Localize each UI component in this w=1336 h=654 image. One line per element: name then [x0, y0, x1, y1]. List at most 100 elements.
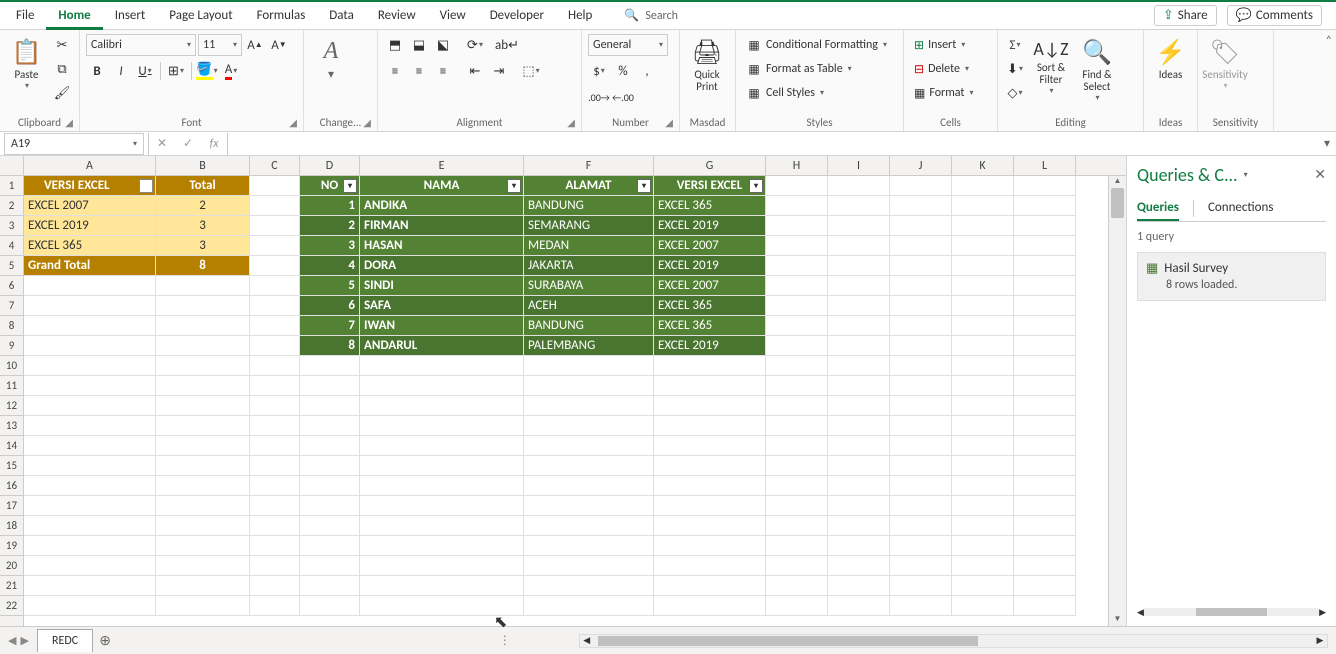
cell-styles-button[interactable]: ▦Cell Styles▾ [742, 82, 828, 104]
sheet-nav-next[interactable]: ▶ [20, 634, 28, 647]
name-box[interactable]: A19 ▾ [4, 133, 144, 155]
cell[interactable]: SURABAYA [524, 276, 654, 296]
number-launcher[interactable]: ◢ [665, 116, 673, 129]
row-header-6[interactable]: 6 [0, 276, 23, 296]
select-all-corner[interactable] [0, 156, 24, 175]
cell[interactable]: EXCEL 365 [654, 296, 766, 316]
align-bottom-button[interactable]: ⬕ [432, 34, 454, 56]
cell[interactable]: 2 [156, 196, 250, 216]
chevron-down-icon[interactable]: ▾ [1244, 170, 1248, 180]
cell[interactable]: EXCEL 365 [654, 196, 766, 216]
format-cells-button[interactable]: ▦Format▾ [910, 82, 977, 104]
column-header-C[interactable]: C [250, 156, 300, 175]
scroll-down-arrow[interactable]: ▼ [1109, 614, 1126, 626]
comma-button[interactable]: , [636, 60, 658, 82]
cancel-formula-button[interactable]: ✕ [149, 133, 175, 155]
find-select-button[interactable]: 🔍 Find & Select▾ [1076, 34, 1118, 107]
cell[interactable]: 8 [300, 336, 360, 356]
query-item[interactable]: ▦ Hasil Survey 8 rows loaded. [1137, 252, 1326, 301]
font-color-button[interactable]: A▾ [220, 60, 242, 82]
align-middle-button[interactable]: ⬓ [408, 34, 430, 56]
pane-hscroll[interactable]: ◀ ▶ [1137, 606, 1326, 618]
menu-tab-developer[interactable]: Developer [478, 2, 556, 30]
row-header-2[interactable]: 2 [0, 196, 23, 216]
change-launcher[interactable]: ◢ [363, 116, 371, 129]
sheet-tab[interactable]: REDC [37, 629, 93, 652]
row-header-4[interactable]: 4 [0, 236, 23, 256]
cut-button[interactable]: ✂ [51, 34, 73, 56]
scroll-thumb[interactable] [1111, 188, 1124, 218]
formula-input[interactable] [228, 133, 1318, 155]
share-button[interactable]: ⇪ Share [1154, 5, 1217, 26]
scroll-left-icon[interactable]: ◀ [1137, 607, 1144, 618]
column-header-B[interactable]: B [156, 156, 250, 175]
row-header-9[interactable]: 9 [0, 336, 23, 356]
ideas-button[interactable]: ⚡ Ideas [1150, 34, 1191, 85]
column-header-F[interactable]: F [524, 156, 654, 175]
column-header-D[interactable]: D [300, 156, 360, 175]
clipboard-launcher[interactable]: ◢ [65, 116, 73, 129]
row-header-12[interactable]: 12 [0, 396, 23, 416]
cell[interactable]: VERSI EXCEL▾ [654, 176, 766, 196]
close-pane-button[interactable]: ✕ [1314, 166, 1326, 183]
horizontal-scrollbar[interactable]: ◀ ▶ [579, 634, 1328, 648]
row-header-8[interactable]: 8 [0, 316, 23, 336]
filter-dropdown-icon[interactable]: ▾ [637, 179, 651, 193]
filter-dropdown-icon[interactable]: ▾ [139, 179, 153, 193]
column-header-A[interactable]: A [24, 156, 156, 175]
cell[interactable]: 3 [300, 236, 360, 256]
comments-button[interactable]: 💬 Comments [1227, 5, 1322, 26]
conditional-formatting-button[interactable]: ▦Conditional Formatting▾ [742, 34, 891, 56]
cell[interactable]: 6 [300, 296, 360, 316]
cell[interactable]: 3 [156, 236, 250, 256]
cell[interactable]: ANDIKA [360, 196, 524, 216]
cell[interactable]: VERSI EXCEL▾ [24, 176, 156, 196]
cell[interactable]: JAKARTA [524, 256, 654, 276]
fill-color-button[interactable]: 🪣▾ [196, 60, 218, 82]
align-top-button[interactable]: ⬒ [384, 34, 406, 56]
cell[interactable]: MEDAN [524, 236, 654, 256]
add-sheet-button[interactable]: ⊕ [93, 632, 117, 649]
row-header-14[interactable]: 14 [0, 436, 23, 456]
menu-tab-file[interactable]: File [4, 2, 46, 30]
cell[interactable]: SINDI [360, 276, 524, 296]
menu-tab-insert[interactable]: Insert [103, 2, 158, 30]
cell[interactable]: SAFA [360, 296, 524, 316]
row-header-22[interactable]: 22 [0, 596, 23, 616]
spreadsheet-grid[interactable]: ABCDEFGHIJKL 123456789101112131415161718… [0, 156, 1126, 626]
orientation-button[interactable]: ⟳▾ [464, 34, 486, 56]
cell[interactable]: SEMARANG [524, 216, 654, 236]
copy-button[interactable]: ⧉ [51, 58, 73, 80]
cell[interactable]: ANDARUL [360, 336, 524, 356]
cell[interactable]: FIRMAN [360, 216, 524, 236]
row-header-15[interactable]: 15 [0, 456, 23, 476]
cell[interactable]: EXCEL 2019 [654, 216, 766, 236]
insert-function-button[interactable]: fx [201, 133, 227, 155]
menu-tab-data[interactable]: Data [317, 2, 366, 30]
scroll-right-arrow[interactable]: ▶ [1313, 635, 1327, 647]
increase-decimal-button[interactable]: .00→ [588, 86, 610, 108]
scroll-left-arrow[interactable]: ◀ [580, 635, 594, 647]
cell[interactable]: BANDUNG [524, 196, 654, 216]
paste-button[interactable]: 📋 Paste ▾ [6, 34, 47, 95]
cell[interactable]: NO▾ [300, 176, 360, 196]
hscroll-thumb[interactable] [598, 636, 978, 646]
filter-dropdown-icon[interactable]: ▾ [343, 179, 357, 193]
cell[interactable]: 4 [300, 256, 360, 276]
sort-filter-button[interactable]: A↓Z Sort & Filter▾ [1030, 34, 1072, 100]
fill-button[interactable]: ⬇▾ [1004, 58, 1026, 80]
row-header-7[interactable]: 7 [0, 296, 23, 316]
align-left-button[interactable]: ≡ [384, 60, 406, 82]
autosum-button[interactable]: Σ▾ [1004, 34, 1026, 56]
cell[interactable]: HASAN [360, 236, 524, 256]
column-header-G[interactable]: G [654, 156, 766, 175]
row-header-5[interactable]: 5 [0, 256, 23, 276]
column-header-L[interactable]: L [1014, 156, 1076, 175]
sheet-nav-prev[interactable]: ◀ [8, 634, 16, 647]
delete-cells-button[interactable]: ⊟Delete▾ [910, 58, 973, 80]
merge-button[interactable]: ⬚▾ [520, 60, 542, 82]
queries-tab[interactable]: Queries [1137, 196, 1179, 221]
percent-button[interactable]: % [612, 60, 634, 82]
font-name-select[interactable]: Calibri▾ [86, 34, 196, 56]
format-as-table-button[interactable]: ▦Format as Table▾ [742, 58, 856, 80]
